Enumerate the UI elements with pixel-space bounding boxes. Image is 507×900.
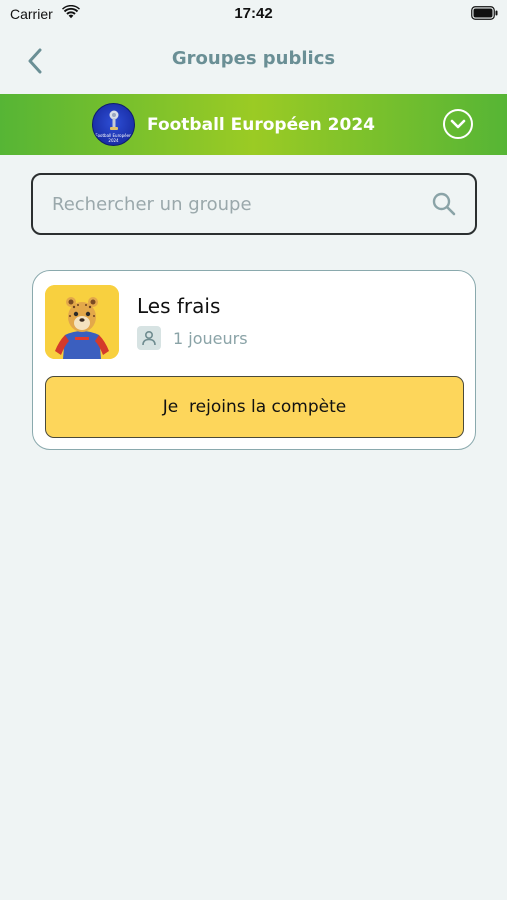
user-icon bbox=[137, 326, 161, 350]
competition-selector[interactable]: Football Européen 2024 Football Européen… bbox=[0, 94, 507, 155]
chevron-down-circle-icon bbox=[450, 119, 466, 129]
search-input[interactable] bbox=[33, 175, 431, 233]
join-group-button[interactable]: Je rejoins la compète bbox=[45, 376, 464, 438]
competition-dropdown-button[interactable] bbox=[443, 109, 473, 139]
status-time: 17:42 bbox=[234, 5, 273, 22]
nav-bar: Groupes publics bbox=[0, 28, 507, 94]
members-count: 1 joueurs bbox=[173, 328, 248, 348]
group-avatar bbox=[45, 285, 119, 359]
competition-logo: Football Européen 2024 bbox=[92, 103, 136, 146]
cheetah-mascot-avatar bbox=[45, 285, 119, 359]
page-title: Groupes publics bbox=[171, 48, 336, 69]
status-bar: Carrier 17:42 bbox=[0, 0, 507, 28]
competition-info: Football Européen 2024 Football Européen… bbox=[92, 103, 375, 146]
search-box bbox=[31, 173, 477, 235]
battery-icon bbox=[471, 6, 498, 20]
group-name: Les frais bbox=[137, 294, 221, 318]
group-members: 1 joueurs bbox=[137, 326, 248, 350]
search-icon[interactable] bbox=[431, 191, 457, 217]
competition-logo-text: Football Européen 2024 bbox=[95, 133, 132, 143]
group-card: Les frais 1 joueurs Je rejoins la compèt… bbox=[32, 270, 476, 450]
trophy-icon bbox=[109, 110, 119, 130]
screen: Carrier 17:42 Groupes publics Football E… bbox=[0, 0, 507, 900]
competition-name: Football Européen 2024 bbox=[147, 114, 375, 135]
